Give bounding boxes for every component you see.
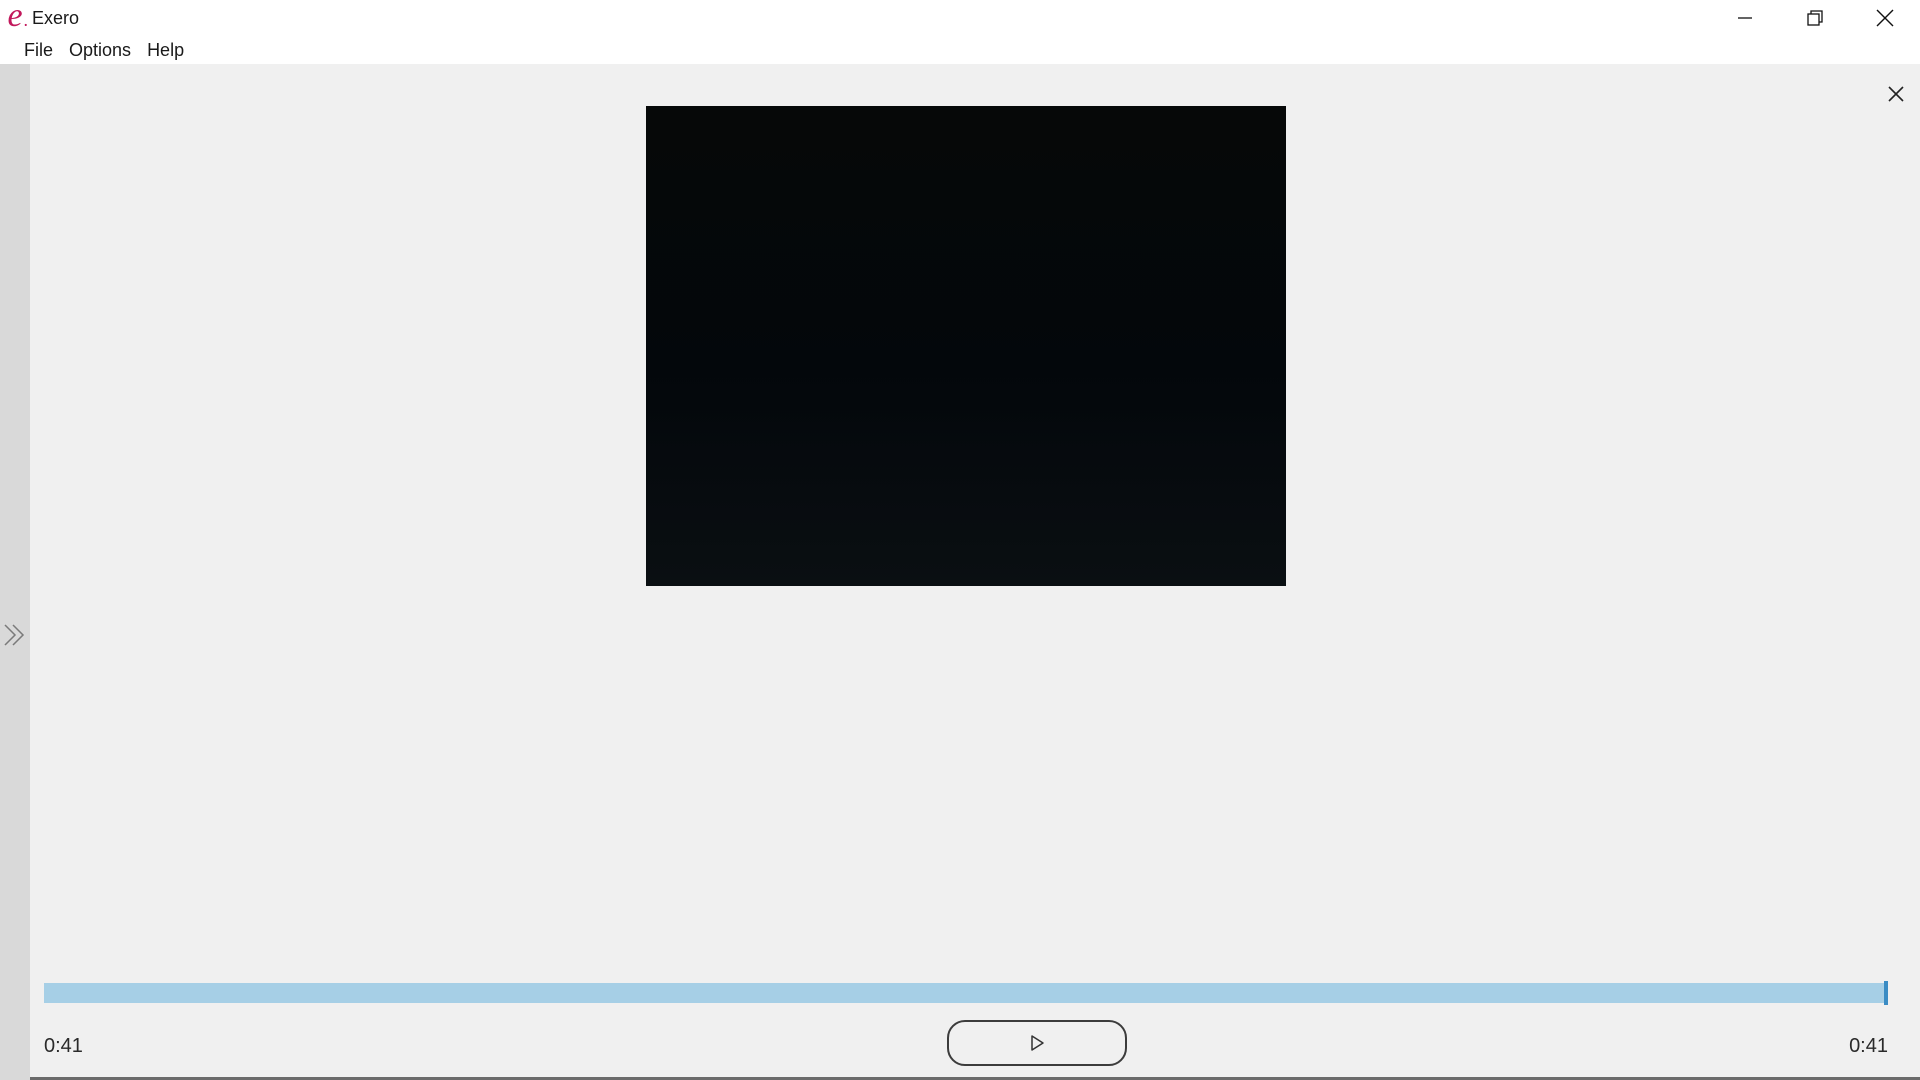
seek-bar[interactable] [44,981,1888,1005]
collapsed-side-panel[interactable] [0,64,30,1080]
elapsed-time: 0:41 [44,1035,83,1057]
menu-options[interactable]: Options [61,40,139,61]
menu-help[interactable]: Help [139,40,192,61]
logo-letter: e [7,0,23,34]
close-icon [1876,9,1894,27]
play-icon [1031,1035,1044,1051]
window-controls [1710,0,1920,36]
app-title: Exero [32,7,80,28]
minimize-icon [1738,17,1752,19]
close-icon[interactable] [1884,82,1908,106]
seek-thumb[interactable] [1884,981,1888,1005]
restore-icon [1807,10,1823,26]
restore-button[interactable] [1780,0,1850,36]
menu-bar: File Options Help [0,36,1920,64]
play-button[interactable] [947,1020,1127,1066]
app-window: e. Exero File Options Help 0:41 0:41 [0,0,1920,1080]
close-window-button[interactable] [1850,0,1920,36]
double-chevron-right-icon[interactable] [2,620,28,650]
total-duration: 0:41 [1849,1035,1888,1057]
menu-file[interactable]: File [16,40,61,61]
video-frame[interactable] [646,106,1286,586]
minimize-button[interactable] [1710,0,1780,36]
title-bar: e. Exero [0,0,1920,36]
logo-dot: . [23,10,29,30]
seek-bar-fill [44,983,1888,1003]
app-logo-icon: e. [2,0,28,34]
